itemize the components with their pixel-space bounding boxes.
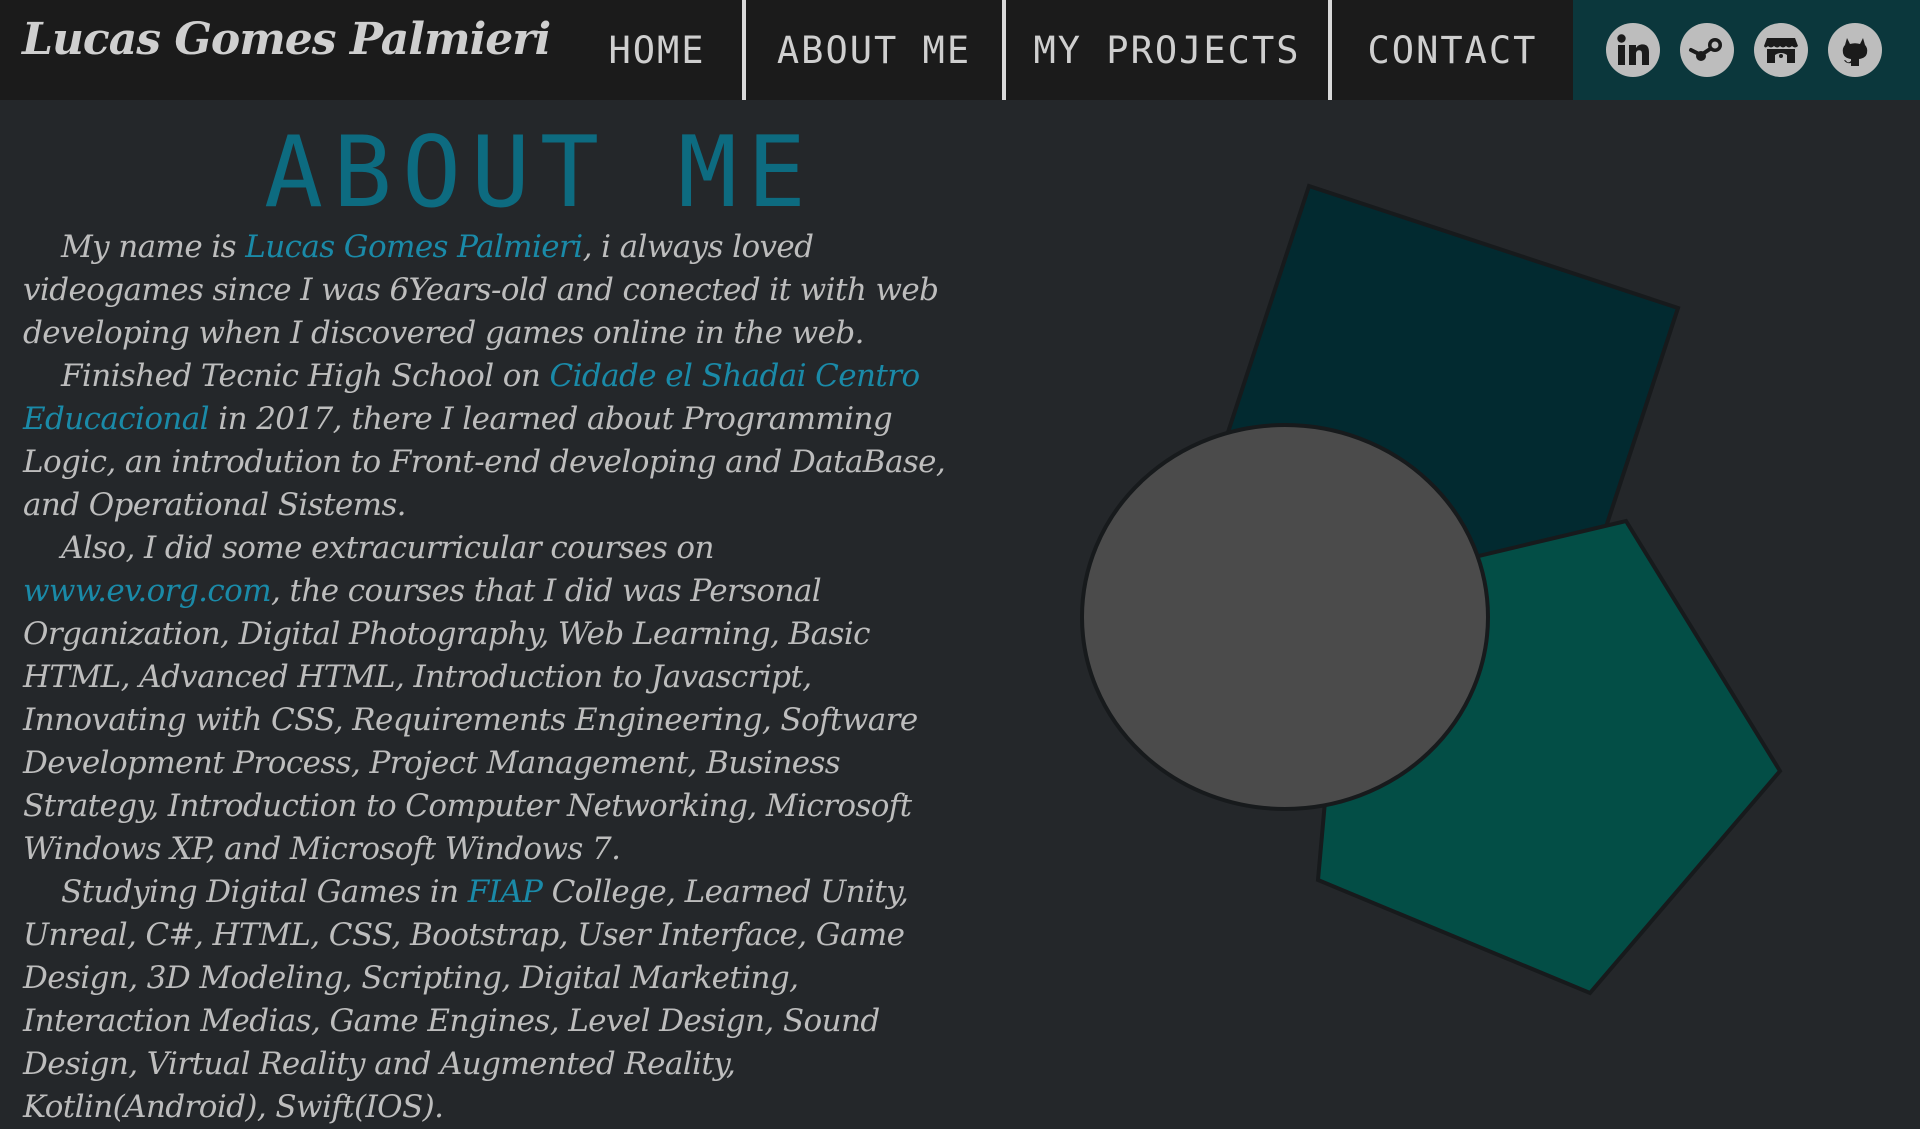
college-link[interactable]: FIAP <box>468 874 543 910</box>
itchio-icon <box>1764 38 1798 63</box>
about-me-text: My name is Lucas Gomes Palmieri, i alway… <box>23 226 963 1129</box>
social-links-bar <box>1573 0 1920 100</box>
about-paragraph-2: Finished Tecnic High School on Cidade el… <box>23 355 963 527</box>
paragraph-text: Finished Tecnic High School on <box>61 358 550 394</box>
decorative-shapes <box>1080 183 1783 996</box>
main-nav: HOME ABOUT ME MY PROJECTS CONTACT <box>572 0 1573 100</box>
courses-site-link[interactable]: www.ev.org.com <box>23 573 272 609</box>
nav-contact[interactable]: CONTACT <box>1328 0 1573 100</box>
top-navigation-bar: Lucas Gomes Palmieri HOME ABOUT ME MY PR… <box>0 0 1920 100</box>
github-icon <box>1842 38 1868 66</box>
paragraph-text: Also, I did some extracurricular courses… <box>61 530 714 566</box>
linkedin-icon <box>1617 34 1649 65</box>
name-link[interactable]: Lucas Gomes Palmieri <box>245 229 583 265</box>
nav-my-projects[interactable]: MY PROJECTS <box>1002 0 1328 100</box>
steam-icon <box>1689 38 1722 61</box>
steam-button[interactable] <box>1680 23 1734 77</box>
nav-about-me[interactable]: ABOUT ME <box>742 0 1002 100</box>
paragraph-text: Studying Digital Games in <box>61 874 468 910</box>
paragraph-text: My name is <box>61 229 246 265</box>
about-paragraph-1: My name is Lucas Gomes Palmieri, i alway… <box>23 226 963 355</box>
paragraph-text: College, Learned Unity, Unreal, C#, HTML… <box>23 874 909 1125</box>
about-paragraph-4: Studying Digital Games in FIAP College, … <box>23 871 963 1129</box>
about-me-heading: ABOUT ME <box>264 116 817 230</box>
paragraph-text: , the courses that I did was Personal Or… <box>23 573 918 867</box>
about-paragraph-3: Also, I did some extracurricular courses… <box>23 527 963 871</box>
linkedin-button[interactable] <box>1606 23 1660 77</box>
site-brand-name[interactable]: Lucas Gomes Palmieri <box>22 14 551 65</box>
decorative-circle <box>1080 423 1490 811</box>
nav-home[interactable]: HOME <box>572 0 742 100</box>
github-button[interactable] <box>1828 23 1882 77</box>
itchio-button[interactable] <box>1754 23 1808 77</box>
